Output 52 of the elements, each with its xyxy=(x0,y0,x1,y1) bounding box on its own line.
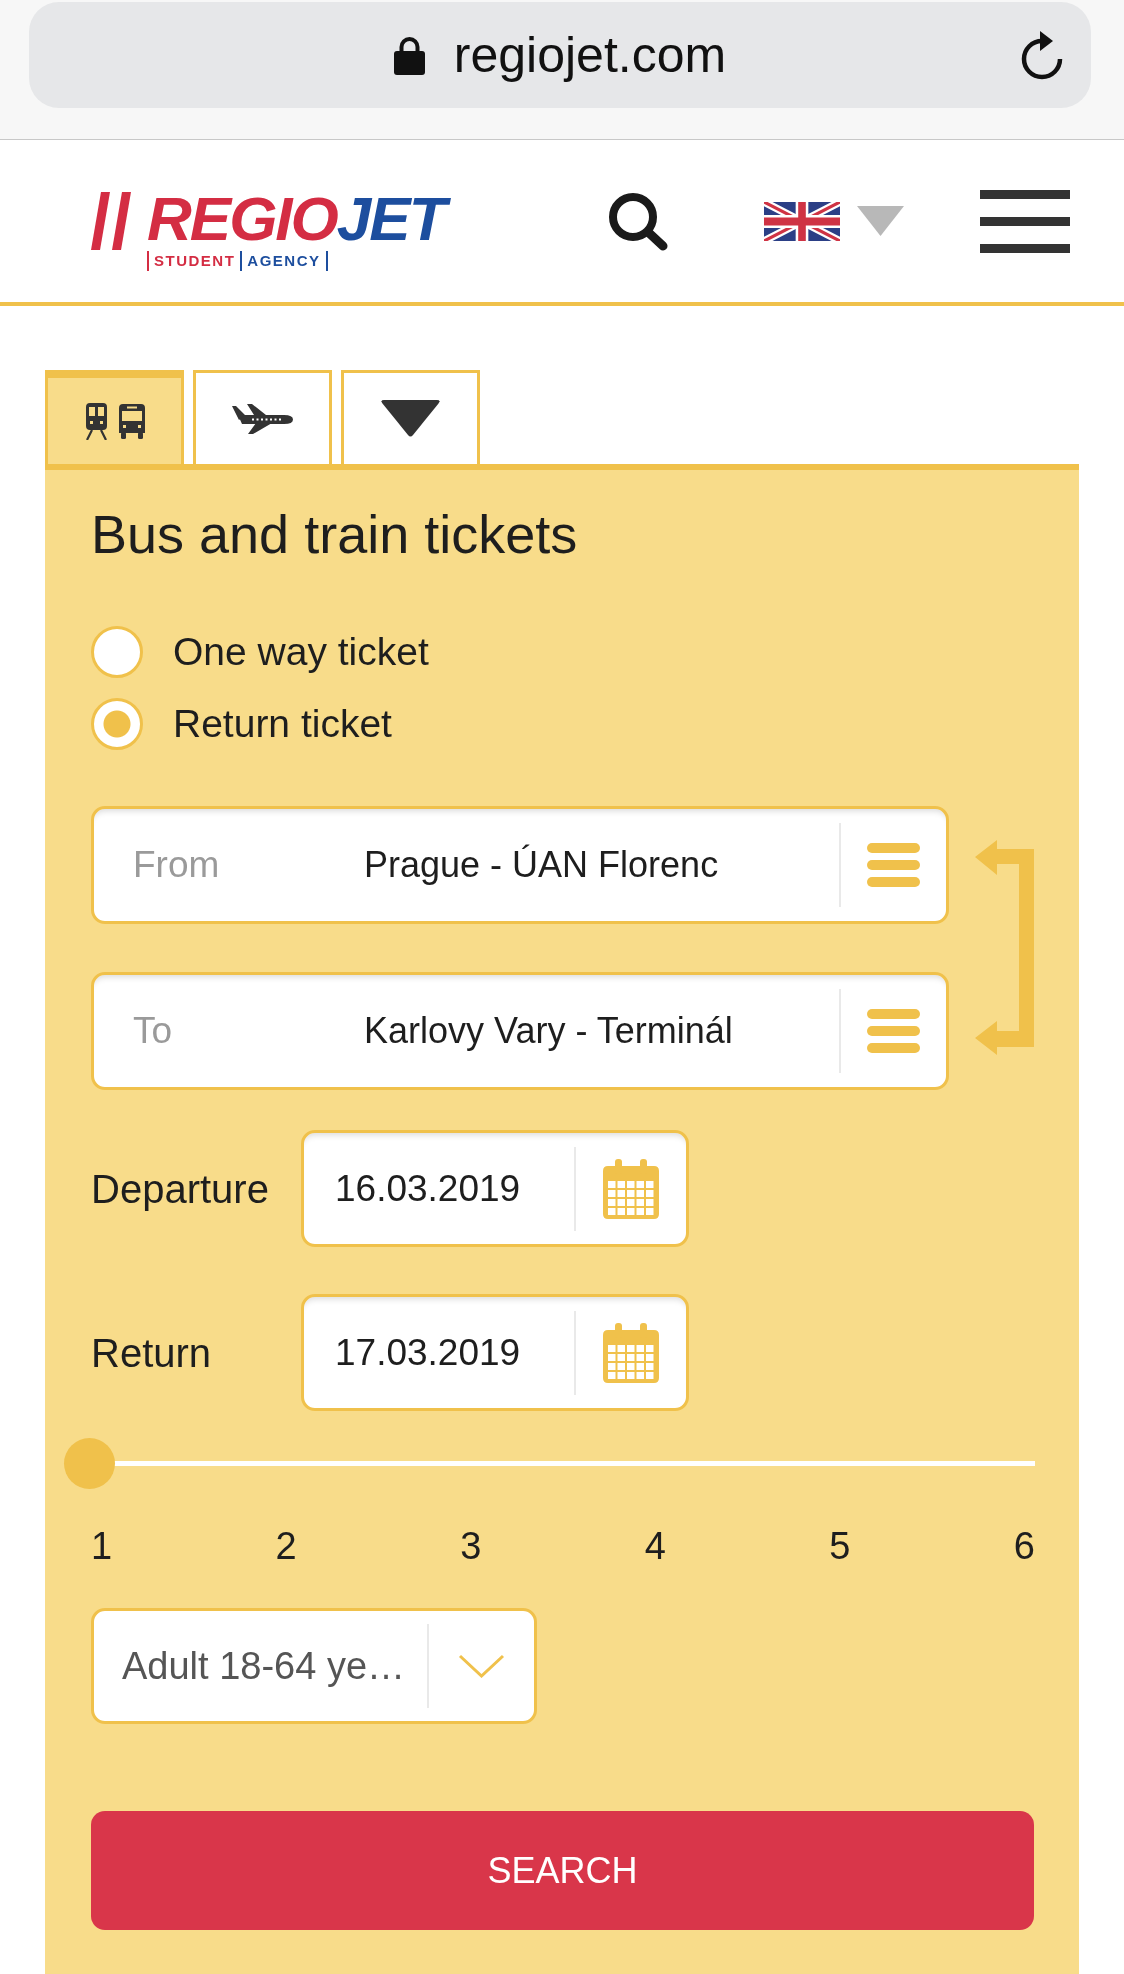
dropdown-value: Adult 18-64 ye… xyxy=(122,1644,406,1689)
radio-label[interactable]: Return ticket xyxy=(173,700,392,748)
airplane-icon xyxy=(232,403,293,434)
radio-button[interactable] xyxy=(91,626,143,678)
radio-button[interactable] xyxy=(91,698,143,750)
url-text[interactable]: regiojet.com xyxy=(453,25,727,85)
radio-label[interactable]: One way ticket xyxy=(173,628,429,676)
field-value: Karlovy Vary - Terminál xyxy=(364,1009,733,1053)
swap-arrow-icon[interactable] xyxy=(975,840,1034,1055)
double-slash-icon xyxy=(91,191,132,250)
passenger-type-dropdown[interactable]: Adult 18-64 ye… xyxy=(91,1608,537,1724)
field-label: To xyxy=(133,1009,173,1053)
search-button[interactable]: SEARCH xyxy=(91,1811,1034,1930)
tab[interactable] xyxy=(193,370,332,464)
tab[interactable] xyxy=(45,370,184,464)
train-icon xyxy=(84,402,108,440)
address-bar[interactable]: regiojet.com xyxy=(29,2,1091,108)
field-label: From xyxy=(133,843,220,887)
slider-thumb[interactable] xyxy=(64,1438,115,1489)
station-field[interactable]: From Prague - ÚAN Florenc xyxy=(91,806,949,924)
tick-label: 6 xyxy=(1013,1524,1035,1569)
flag-icon[interactable] xyxy=(764,201,840,241)
caret-icon[interactable] xyxy=(857,206,904,236)
lock-icon xyxy=(393,35,425,75)
form-title: Bus and train tickets xyxy=(91,503,578,566)
search-icon[interactable] xyxy=(607,191,669,251)
date-label: Departure xyxy=(91,1165,269,1213)
tab[interactable] xyxy=(341,370,480,464)
menu-icon[interactable] xyxy=(980,189,1070,253)
tick-label: 1 xyxy=(91,1524,113,1569)
calendar-icon[interactable] xyxy=(603,1158,659,1219)
station-field[interactable]: To Karlovy Vary - Terminál xyxy=(91,972,949,1090)
chevron-down-icon[interactable] xyxy=(458,1654,505,1678)
date-field[interactable]: 16.03.2019 xyxy=(301,1130,689,1247)
list-icon[interactable] xyxy=(867,1009,920,1053)
tick-label: 5 xyxy=(829,1524,851,1569)
date-value: 16.03.2019 xyxy=(335,1166,521,1211)
calendar-icon[interactable] xyxy=(603,1322,659,1383)
date-label: Return xyxy=(91,1329,212,1377)
caret-icon xyxy=(380,400,441,437)
tick-label: 4 xyxy=(644,1524,666,1569)
reload-icon[interactable] xyxy=(1020,29,1064,81)
logo-tagline: STUDENT xyxy=(147,250,241,271)
logo-wordmark[interactable]: REGIOJET xyxy=(145,186,457,251)
date-field[interactable]: 17.03.2019 xyxy=(301,1294,689,1411)
logo-tagline: AGENCY xyxy=(240,250,328,271)
bus-icon xyxy=(118,403,145,439)
field-value: Prague - ÚAN Florenc xyxy=(364,843,719,887)
date-value: 17.03.2019 xyxy=(335,1330,521,1375)
tick-label: 2 xyxy=(275,1524,297,1569)
tick-label: 3 xyxy=(460,1524,482,1569)
list-icon[interactable] xyxy=(867,843,920,887)
